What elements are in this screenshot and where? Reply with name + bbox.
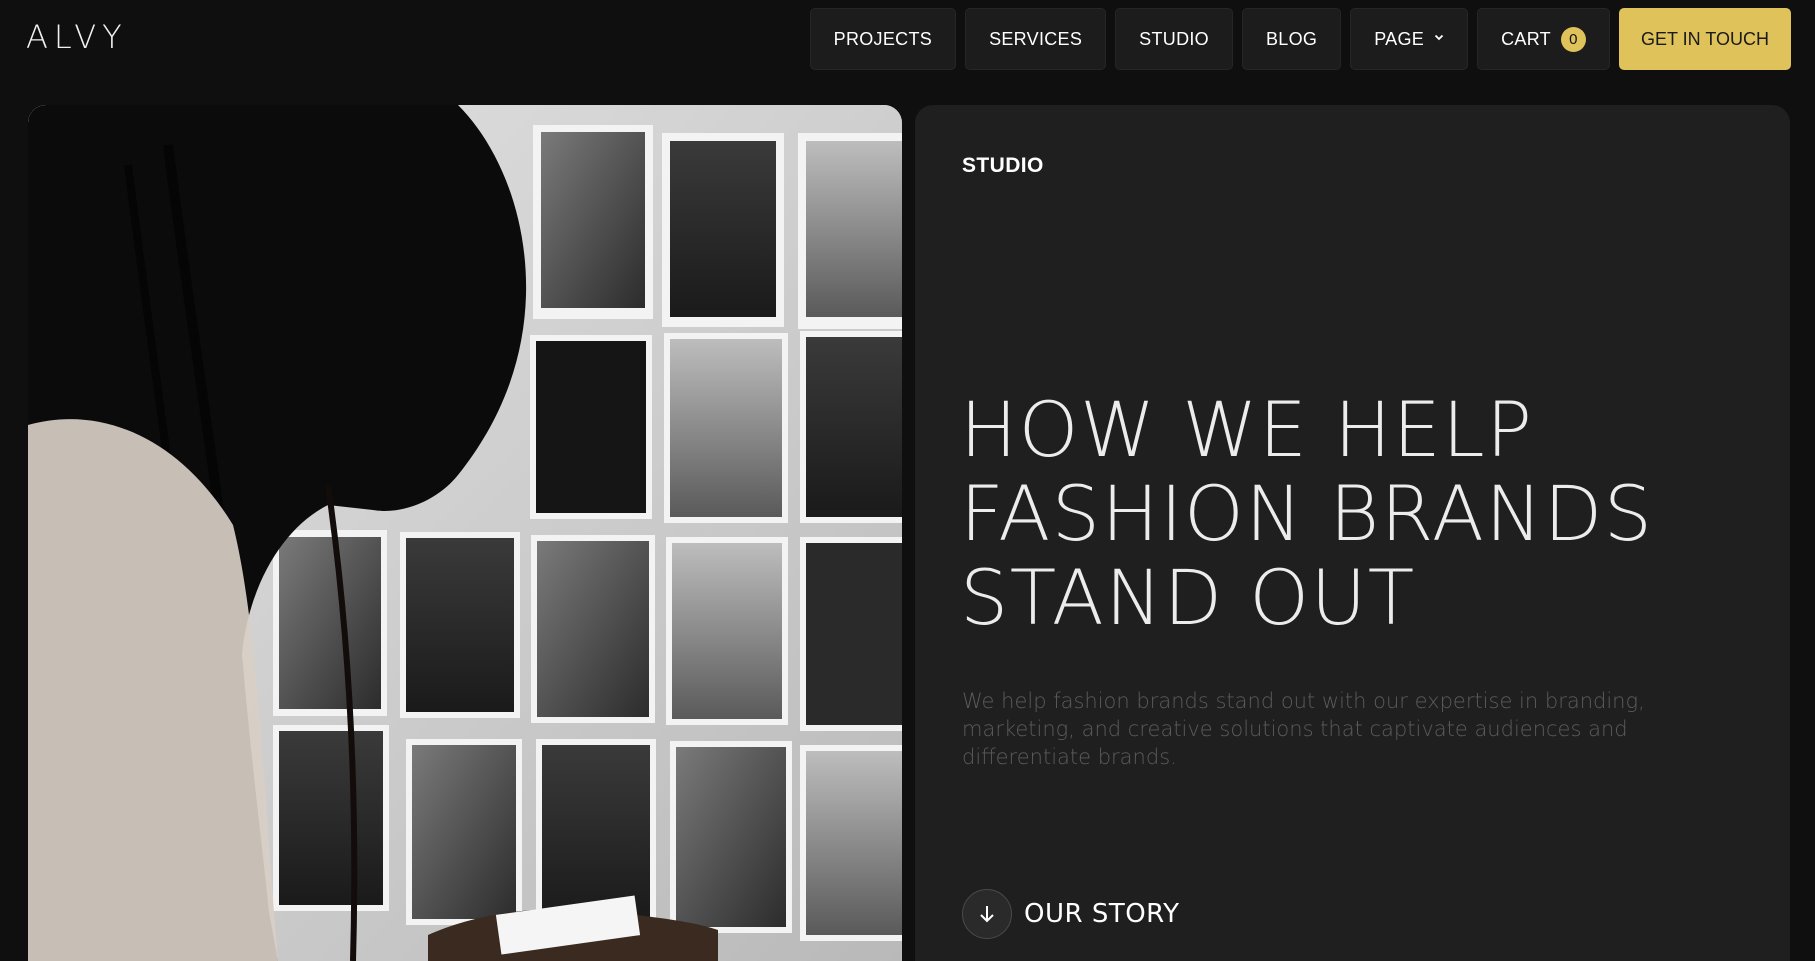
nav-services-label: SERVICES [989, 28, 1083, 49]
site-header: ALVY PROJECTS SERVICES STUDIO BLOG PAGE … [0, 0, 1815, 78]
nav-page-label: PAGE [1374, 28, 1425, 49]
cart-label: CART [1501, 28, 1551, 49]
nav-blog-label: BLOG [1265, 28, 1318, 49]
hero-image [28, 105, 902, 961]
headline-line-3: STAND OUT [960, 553, 1416, 642]
section-eyebrow: STUDIO [962, 154, 1044, 177]
logo[interactable]: ALVY [26, 18, 128, 56]
nav-page-dropdown[interactable]: PAGE [1350, 8, 1469, 70]
cart-button[interactable]: CART 0 [1477, 8, 1610, 70]
arrow-down-icon[interactable] [962, 889, 1012, 939]
studio-photo [28, 105, 902, 961]
get-in-touch-label: GET IN TOUCH [1640, 28, 1769, 49]
our-story-link[interactable]: OUR STORY [962, 889, 1179, 939]
get-in-touch-button[interactable]: GET IN TOUCH [1618, 8, 1791, 70]
nav-projects-label: PROJECTS [833, 28, 933, 49]
hero-description: We help fashion brands stand out with ou… [962, 689, 1645, 769]
nav-services[interactable]: SERVICES [965, 8, 1107, 70]
cart-count-badge: 0 [1560, 26, 1586, 52]
hero-content: STUDIO HOW WE HELP FASHION BRANDS STAND … [915, 105, 1790, 961]
nav-projects[interactable]: PROJECTS [809, 8, 957, 70]
main-nav: PROJECTS SERVICES STUDIO BLOG PAGE CART … [809, 8, 1791, 70]
nav-studio-label: STUDIO [1139, 28, 1209, 49]
nav-studio[interactable]: STUDIO [1115, 8, 1233, 70]
hero-headline: HOW WE HELP FASHION BRANDS STAND OUT [960, 388, 1760, 640]
nav-blog[interactable]: BLOG [1241, 8, 1342, 70]
our-story-label: OUR STORY [1024, 899, 1180, 929]
headline-line-2: FASHION BRANDS [960, 469, 1654, 558]
headline-line-1: HOW WE HELP [960, 385, 1534, 474]
chevron-down-icon [1434, 34, 1444, 40]
